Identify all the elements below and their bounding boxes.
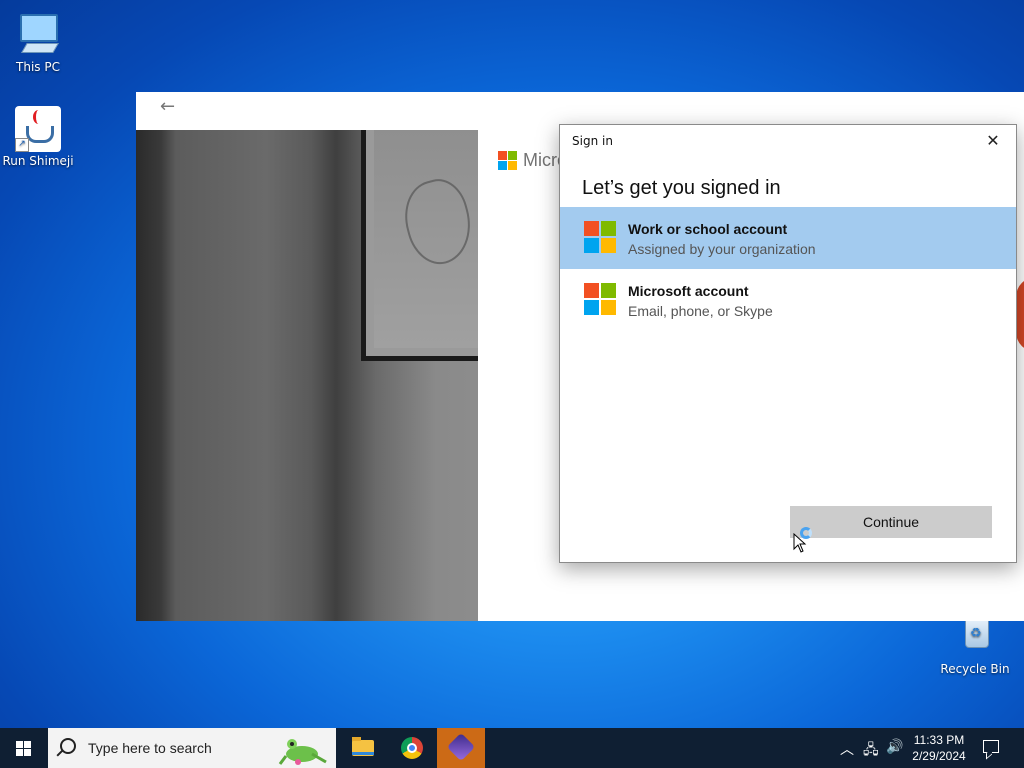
search-placeholder: Type here to search — [88, 740, 212, 756]
taskbar-file-explorer[interactable] — [338, 728, 386, 768]
desktop-icon-recycle-bin[interactable]: ♻ Recycle Bin — [937, 612, 1013, 676]
microsoft-logo-icon — [584, 221, 616, 253]
taskbar-clock[interactable]: 11:33 PM 2/29/2024 — [906, 732, 972, 764]
start-button[interactable] — [0, 728, 48, 768]
clock-date: 2/29/2024 — [912, 749, 966, 763]
microsoft-brand: Micro — [498, 150, 567, 171]
chrome-icon — [401, 737, 423, 759]
dialog-heading: Let’s get you signed in — [582, 177, 781, 199]
taskbar-active-app[interactable] — [437, 728, 485, 768]
windows-logo-icon — [16, 741, 31, 756]
background-photo — [136, 130, 478, 621]
option-title: Microsoft account — [628, 283, 749, 299]
network-icon[interactable]: 🖧 — [863, 739, 879, 763]
desktop-icon-this-pc[interactable]: This PC — [0, 10, 76, 74]
desktop-icon-label: Run Shimeji — [2, 154, 74, 168]
sign-in-dialog: Sign in ✕ Let’s get you signed in Work o… — [559, 124, 1017, 563]
taskbar-chrome[interactable] — [388, 728, 436, 768]
notification-center-icon[interactable] — [983, 740, 999, 753]
back-arrow-icon[interactable]: ← — [160, 96, 175, 117]
microsoft-logo-icon — [498, 151, 517, 170]
option-work-or-school-account[interactable]: Work or school account Assigned by your … — [560, 207, 1016, 269]
dialog-title: Sign in — [572, 134, 613, 148]
show-hidden-icons-chevron-icon[interactable]: ︿ — [840, 739, 854, 759]
java-icon: ↗ — [15, 106, 61, 152]
busy-indicator-icon — [800, 527, 812, 539]
desktop-icon-label: Recycle Bin — [940, 662, 1010, 676]
taskbar: Type here to search ︿ 🖧 🔊 11:33 PM 2/29/… — [0, 728, 1024, 768]
microsoft-logo-icon — [584, 283, 616, 315]
search-icon — [60, 738, 76, 754]
desktop-icon-run-shimeji[interactable]: ↗ Run Shimeji — [0, 106, 76, 168]
clock-time: 11:33 PM — [913, 733, 965, 747]
option-subtitle: Email, phone, or Skype — [628, 303, 773, 319]
close-button[interactable]: ✕ — [970, 125, 1016, 157]
option-microsoft-account[interactable]: Microsoft account Email, phone, or Skype — [560, 269, 1016, 331]
volume-icon[interactable]: 🔊 — [886, 739, 903, 755]
continue-button[interactable]: Continue — [790, 506, 992, 538]
app-icon — [446, 732, 476, 762]
taskbar-search-box[interactable]: Type here to search — [48, 728, 336, 768]
desktop-icon-label: This PC — [16, 60, 60, 74]
option-title: Work or school account — [628, 221, 788, 237]
computer-icon — [14, 10, 62, 58]
search-highlight-frog-icon — [278, 739, 327, 765]
close-icon: ✕ — [986, 131, 1000, 150]
option-subtitle: Assigned by your organization — [628, 241, 816, 257]
partial-graphic — [1016, 277, 1024, 352]
